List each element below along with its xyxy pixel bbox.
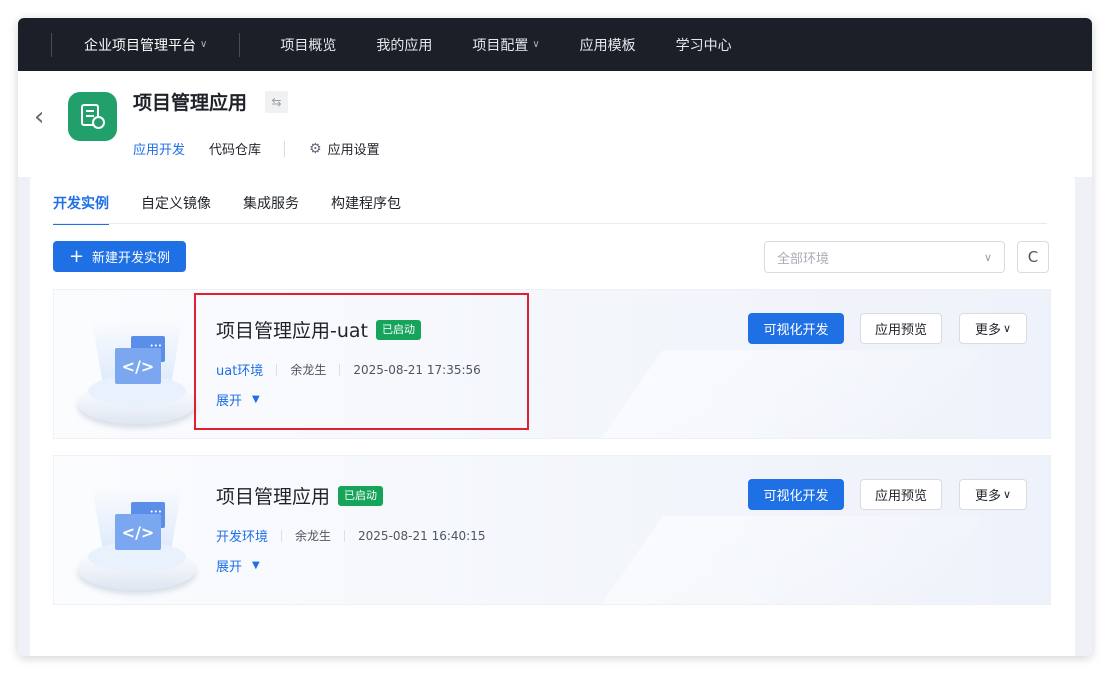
chevron-down-icon: ∨ bbox=[983, 250, 992, 264]
nav-item-learning-center[interactable]: 学习中心 bbox=[676, 35, 732, 55]
nav-divider bbox=[51, 32, 52, 57]
instance-owner: 余龙生 bbox=[295, 529, 332, 543]
tab-divider bbox=[284, 140, 286, 157]
visual-dev-button[interactable]: 可视化开发 bbox=[748, 479, 844, 510]
nav-item-label: 学习中心 bbox=[675, 37, 732, 54]
status-badge: 已启动 bbox=[376, 319, 421, 340]
expand-toggle[interactable]: 展开 ▼ bbox=[216, 556, 260, 575]
instance-environment: uat环境 bbox=[216, 364, 264, 379]
instance-meta: 开发环境 余龙生 2025-08-21 16:40:15 bbox=[216, 526, 486, 546]
chevron-down-icon: ∨ bbox=[200, 39, 208, 50]
tab-code-repository[interactable]: 代码仓库 bbox=[209, 139, 261, 158]
app-preview-button[interactable]: 应用预览 bbox=[860, 313, 942, 344]
more-label: 更多 bbox=[974, 323, 1001, 338]
more-button[interactable]: 更多 ∨ bbox=[959, 313, 1027, 344]
subtab-build-packages[interactable]: 构建程序包 bbox=[331, 193, 401, 225]
tab-app-settings-label: 应用设置 bbox=[327, 143, 380, 158]
platform-name: 企业项目管理平台 bbox=[84, 37, 196, 54]
top-navigation-bar: 企业项目管理平台 ∨ 项目概览 我的应用 项目配置 ∨ 应用模板 学习中心 bbox=[18, 18, 1092, 71]
nav-item-label: 项目概览 bbox=[280, 37, 337, 54]
new-dev-instance-button[interactable]: + 新建开发实例 bbox=[53, 241, 186, 272]
instance-subtabs: 开发实例 自定义镜像 集成服务 构建程序包 bbox=[53, 193, 401, 225]
expand-label: 展开 bbox=[216, 560, 243, 575]
instance-environment: 开发环境 bbox=[216, 530, 269, 545]
app-logo-icon bbox=[68, 92, 117, 141]
chevron-down-icon: ∨ bbox=[1002, 322, 1012, 335]
instance-title[interactable]: 项目管理应用-uat bbox=[216, 316, 368, 343]
app-window: 企业项目管理平台 ∨ 项目概览 我的应用 项目配置 ∨ 应用模板 学习中心 ‹ … bbox=[18, 18, 1092, 656]
plus-icon: + bbox=[68, 245, 85, 267]
platform-switcher[interactable]: 企业项目管理平台 ∨ bbox=[84, 35, 207, 55]
expand-toggle[interactable]: 展开 ▼ bbox=[216, 390, 260, 409]
more-label: 更多 bbox=[974, 489, 1001, 504]
nav-item-overview[interactable]: 项目概览 bbox=[280, 35, 336, 55]
main-card: 开发实例 自定义镜像 集成服务 构建程序包 + 新建开发实例 全部环境 ∨ C … bbox=[30, 175, 1075, 656]
caret-down-icon: ▼ bbox=[252, 394, 260, 405]
nav-item-my-apps[interactable]: 我的应用 bbox=[376, 35, 432, 55]
code-icon: </> bbox=[115, 514, 161, 550]
caret-down-icon: ▼ bbox=[252, 560, 260, 571]
new-dev-instance-label: 新建开发实例 bbox=[92, 251, 171, 266]
environment-select[interactable]: 全部环境 ∨ bbox=[764, 241, 1005, 273]
instance-timestamp: 2025-08-21 16:40:15 bbox=[358, 528, 486, 543]
switch-app-icon[interactable]: ⇆ bbox=[265, 91, 288, 113]
instance-owner: 余龙生 bbox=[290, 363, 327, 377]
nav-item-app-templates[interactable]: 应用模板 bbox=[580, 35, 636, 55]
nav-divider bbox=[239, 32, 241, 57]
tab-app-settings[interactable]: ⚙ 应用设置 bbox=[309, 139, 380, 159]
tab-app-development[interactable]: 应用开发 bbox=[133, 139, 185, 158]
more-button[interactable]: 更多 ∨ bbox=[959, 479, 1027, 510]
dev-instance-illustration: </> bbox=[78, 312, 198, 432]
nav-item-label: 我的应用 bbox=[376, 37, 433, 54]
status-badge: 已启动 bbox=[338, 485, 384, 506]
instance-title-row: 项目管理应用 已启动 bbox=[216, 482, 384, 509]
subtab-dev-instances[interactable]: 开发实例 bbox=[53, 193, 109, 225]
refresh-button[interactable]: C bbox=[1017, 241, 1049, 273]
instance-meta: uat环境 余龙生 2025-08-21 17:35:56 bbox=[216, 360, 481, 380]
gear-icon: ⚙ bbox=[309, 140, 322, 157]
nav-item-label: 应用模板 bbox=[579, 37, 636, 54]
app-title: 项目管理应用 bbox=[133, 92, 248, 114]
instance-title[interactable]: 项目管理应用 bbox=[216, 482, 330, 509]
subtab-integration-services[interactable]: 集成服务 bbox=[243, 193, 299, 225]
instance-title-row: 项目管理应用-uat 已启动 bbox=[216, 316, 421, 343]
chevron-down-icon: ∨ bbox=[532, 39, 540, 50]
code-icon: </> bbox=[115, 348, 161, 384]
dev-instance-illustration: </> bbox=[78, 478, 198, 598]
environment-select-placeholder: 全部环境 bbox=[777, 251, 830, 267]
refresh-icon: C bbox=[1027, 248, 1039, 266]
nav-item-project-config[interactable]: 项目配置 ∨ bbox=[472, 35, 539, 55]
subtab-custom-images[interactable]: 自定义镜像 bbox=[141, 193, 211, 225]
subtabs-divider bbox=[53, 223, 1047, 224]
app-tabs: 应用开发 代码仓库 ⚙ 应用设置 bbox=[133, 139, 380, 158]
nav-item-label: 项目配置 bbox=[472, 37, 529, 54]
instance-card: </> 项目管理应用-uat 已启动 uat环境 余龙生 2025-08-21 … bbox=[53, 289, 1051, 439]
app-header: ‹ 项目管理应用 ⇆ 应用开发 代码仓库 ⚙ 应用设置 bbox=[18, 71, 1092, 177]
app-preview-button[interactable]: 应用预览 bbox=[860, 479, 942, 510]
visual-dev-button[interactable]: 可视化开发 bbox=[748, 313, 844, 344]
instance-timestamp: 2025-08-21 17:35:56 bbox=[353, 362, 481, 377]
expand-label: 展开 bbox=[216, 394, 243, 409]
chevron-down-icon: ∨ bbox=[1002, 488, 1012, 501]
instance-card: </> 项目管理应用 已启动 开发环境 余龙生 2025-08-21 16:40… bbox=[53, 455, 1051, 605]
back-arrow-icon[interactable]: ‹ bbox=[34, 103, 52, 131]
